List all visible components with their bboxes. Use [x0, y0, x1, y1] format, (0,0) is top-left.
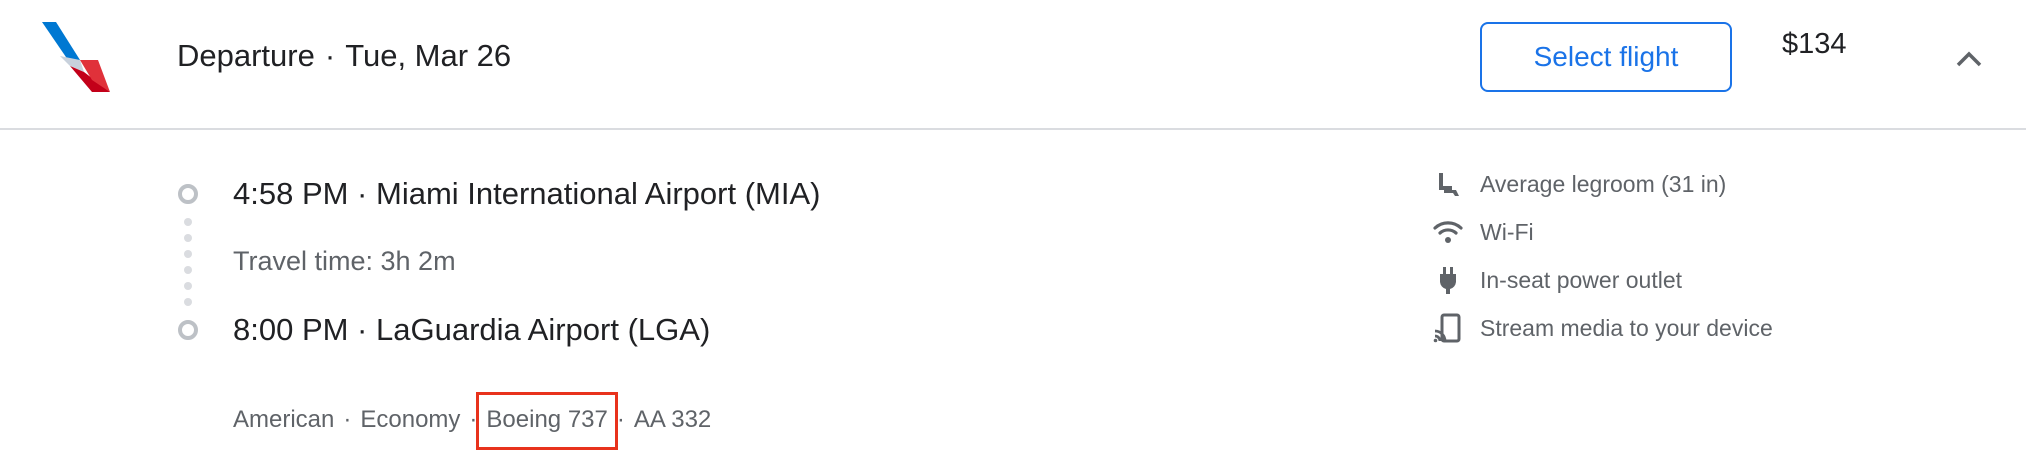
seat-icon [1432, 168, 1464, 200]
cabin-class: Economy [360, 406, 461, 433]
select-flight-button[interactable]: Select flight [1480, 22, 1732, 92]
amenity-label: Wi-Fi [1480, 218, 1534, 245]
departure-date: Tue, Mar 26 [345, 38, 512, 73]
flight-header[interactable]: Departure · Tue, Mar 26 Select flight $134 [0, 0, 2026, 130]
amenity-label: In-seat power outlet [1480, 266, 1683, 293]
departure-info: 4:58 PM · Miami International Airport (M… [233, 176, 821, 211]
timeline-dot [184, 266, 192, 274]
flight-details: American · Economy · Boeing 737 · AA 332 [233, 392, 712, 450]
cast-icon [1432, 312, 1464, 344]
arrival-circle-icon [178, 320, 198, 340]
timeline-dot [184, 250, 192, 258]
departure-circle-icon [178, 184, 198, 204]
flight-number: AA 332 [633, 406, 712, 433]
airline-name: American [233, 406, 335, 433]
amenity-label: Average legroom (31 in) [1480, 170, 1727, 197]
details-separator: · [343, 406, 352, 433]
power-plug-icon [1432, 264, 1464, 296]
amenity-power: In-seat power outlet [1432, 260, 1682, 300]
travel-time: Travel time: 3h 2m [233, 246, 456, 276]
amenity-legroom: Average legroom (31 in) [1432, 164, 1726, 204]
timeline-dot [184, 234, 192, 242]
arrival-info: 8:00 PM · LaGuardia Airport (LGA) [233, 312, 711, 347]
highlight-box [476, 392, 618, 450]
timeline-dot [184, 282, 192, 290]
details-separator: · [616, 406, 625, 433]
timeline-dot [184, 218, 192, 226]
chevron-up-icon[interactable] [1950, 40, 1988, 78]
flight-title: Departure · Tue, Mar 26 [177, 38, 511, 74]
timeline-dot [184, 298, 192, 306]
amenity-label: Stream media to your device [1480, 314, 1773, 341]
flight-price: $134 [1782, 28, 1847, 60]
wifi-icon [1432, 216, 1464, 248]
amenity-stream: Stream media to your device [1432, 308, 1773, 348]
amenity-wifi: Wi-Fi [1432, 212, 1534, 252]
airline-logo [42, 22, 110, 92]
direction-label: Departure [177, 38, 315, 73]
title-separator: · [324, 38, 336, 73]
aircraft-type: Boeing 737 [476, 392, 618, 450]
